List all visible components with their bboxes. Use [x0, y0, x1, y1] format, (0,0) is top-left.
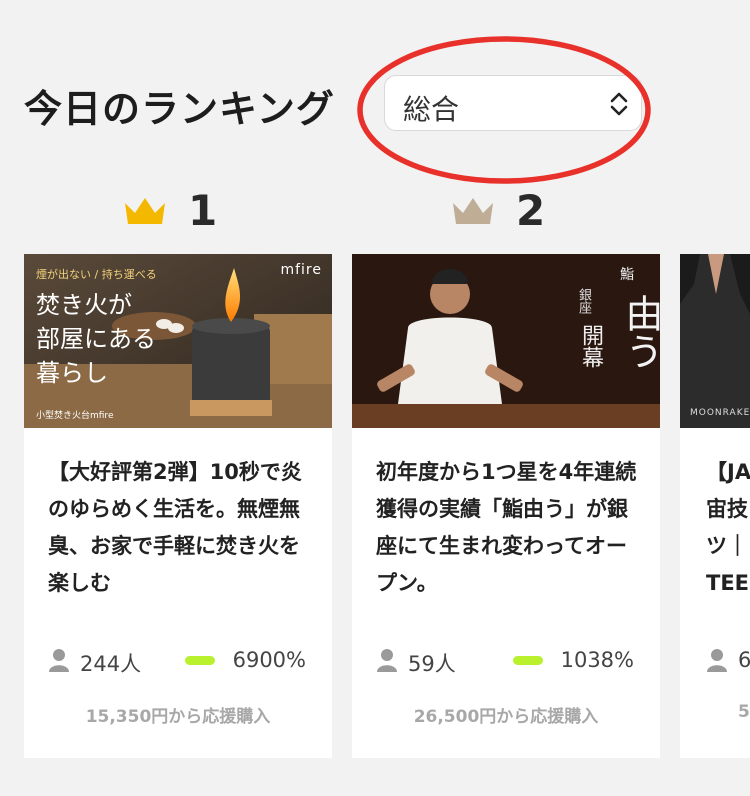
person-icon — [707, 649, 727, 672]
page-title: 今日のランキング — [24, 87, 335, 131]
thumbnail-headline: 焚き火が 部屋にある 暮らし — [36, 288, 156, 390]
person-icon — [377, 649, 397, 672]
apparel-image — [680, 254, 750, 428]
project-thumbnail[interactable]: 鮨 銀座 開幕 由う — [352, 254, 660, 428]
rank-number: 1 — [188, 186, 218, 235]
thumbnail-text: 鮨 — [620, 267, 634, 283]
price-text: 5 — [738, 702, 750, 722]
supporter-count: 59人 — [408, 652, 456, 676]
supporter-count: 244人 — [80, 652, 142, 676]
description-line: TEE — [706, 571, 750, 595]
description-line: 【JA — [706, 460, 750, 484]
supporter-count: 6 — [738, 648, 750, 672]
project-stats: 59人 1038% — [376, 646, 646, 678]
price-text: 15,350円から応援購入 — [85, 707, 271, 727]
project-card-3[interactable]: MOONRAKER 【JA 宙技 ツ｜ TEE 6 5 — [680, 254, 750, 758]
headline-line: 暮らし — [36, 359, 108, 387]
thumbnail-tag: 煙が出ない / 持ち運べる — [36, 268, 157, 281]
project-stats: 244人 6900% — [48, 646, 318, 678]
chevron-updown-icon — [610, 92, 628, 116]
project-stats: 6 — [706, 646, 750, 678]
funding-percent: 6900% — [232, 648, 306, 672]
progress-bar — [513, 656, 543, 665]
project-card-2[interactable]: 鮨 銀座 開幕 由う 初年度から1つ星を4年連続獲得の実績「鮨由う」が銀座にて生… — [352, 254, 660, 758]
category-select[interactable]: 総合 — [384, 75, 642, 131]
rank-2-header: 2 — [450, 186, 545, 235]
price-text: 26,500円から応援購入 — [413, 707, 599, 727]
rank-number: 2 — [516, 186, 546, 235]
project-thumbnail[interactable]: MOONRAKER — [680, 254, 750, 428]
thumbnail-brand: MOONRAKER — [690, 408, 750, 418]
rank-1-header: 1 — [122, 186, 217, 235]
person-icon — [49, 649, 69, 672]
progress-bar — [185, 656, 215, 665]
project-card-1[interactable]: 煙が出ない / 持ち運べる mfire 焚き火が 部屋にある 暮らし 小型焚き火… — [24, 254, 332, 758]
project-description[interactable]: 【JA 宙技 ツ｜ TEE — [706, 454, 750, 602]
funding-percent: 1038% — [560, 648, 634, 672]
gold-crown-icon — [125, 197, 165, 224]
thumbnail-text: 由う — [619, 294, 660, 370]
category-select-value: 総合 — [403, 93, 460, 126]
thumbnail-text: 銀座 — [576, 288, 591, 314]
headline-line: 部屋にある — [36, 325, 156, 353]
project-description[interactable]: 【大好評第2弾】10秒で炎のゆらめく生活を。無煙無臭、お家で手軽に焚き火を楽しむ — [48, 454, 314, 602]
thumbnail-text: 開幕 — [578, 324, 603, 368]
description-line: ツ｜ — [706, 534, 748, 558]
thumbnail-brand: mfire — [280, 262, 322, 278]
headline-line: 焚き火が — [36, 291, 132, 319]
project-description[interactable]: 初年度から1つ星を4年連続獲得の実績「鮨由う」が銀座にて生まれ変わってオープン。 — [376, 454, 642, 602]
description-line: 宙技 — [706, 497, 748, 521]
silver-crown-icon — [453, 197, 493, 224]
project-thumbnail[interactable]: 煙が出ない / 持ち運べる mfire 焚き火が 部屋にある 暮らし 小型焚き火… — [24, 254, 332, 428]
thumbnail-caption: 小型焚き火台mfire — [36, 411, 114, 421]
